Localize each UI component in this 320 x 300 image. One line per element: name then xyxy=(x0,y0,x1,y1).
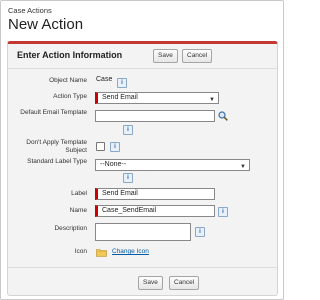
name-field-label: Name xyxy=(69,207,87,214)
breadcrumb: Case Actions xyxy=(8,6,52,15)
info-icon[interactable]: i xyxy=(123,125,133,135)
chevron-down-icon: ▼ xyxy=(240,164,246,170)
save-button-bottom[interactable]: Save xyxy=(138,276,163,290)
description-textarea[interactable] xyxy=(95,223,191,241)
dont-apply-template-subject-checkbox[interactable] xyxy=(96,142,105,151)
standard-label-type-value: --None-- xyxy=(100,161,127,168)
action-type-select[interactable]: Send Email ▼ xyxy=(95,92,219,104)
info-icon[interactable]: i xyxy=(117,78,127,88)
info-icon[interactable]: i xyxy=(123,173,133,183)
standard-label-type-label: Standard Label Type xyxy=(27,158,87,165)
standard-label-type-select[interactable]: --None-- ▼ xyxy=(95,159,250,171)
icon-label: Icon xyxy=(74,248,87,255)
info-icon[interactable]: i xyxy=(110,142,120,152)
object-name-value: Case xyxy=(96,76,113,83)
page-header: Case Actions New Action xyxy=(8,6,83,34)
action-information-panel: Enter Action Information Save Cancel Obj… xyxy=(7,41,278,296)
info-icon[interactable]: i xyxy=(218,207,228,217)
object-name-label: Object Name xyxy=(49,77,87,84)
chevron-down-icon: ▼ xyxy=(209,97,215,103)
label-field-label: Label xyxy=(71,190,87,197)
panel-header: Enter Action Information Save Cancel xyxy=(8,44,277,69)
cancel-button-top[interactable]: Cancel xyxy=(182,49,213,63)
info-icon[interactable]: i xyxy=(195,227,205,237)
name-input[interactable]: Case_SendEmail xyxy=(95,205,215,217)
change-icon-link[interactable]: Change Icon xyxy=(112,248,149,255)
folder-icon xyxy=(96,249,107,257)
dont-apply-template-subject-label: Don't Apply Template Subject xyxy=(26,139,87,154)
panel-footer: Save Cancel xyxy=(8,267,277,295)
action-type-label: Action Type xyxy=(53,93,87,100)
magnifier-lookup-icon[interactable] xyxy=(218,111,228,121)
page-title: New Action xyxy=(8,16,84,33)
description-label: Description xyxy=(54,225,87,232)
save-button-top[interactable]: Save xyxy=(153,49,178,63)
label-input[interactable]: Send Email xyxy=(95,188,215,200)
section-title: Enter Action Information xyxy=(17,50,123,60)
cancel-button-bottom[interactable]: Cancel xyxy=(169,276,200,290)
page-frame: Case Actions New Action Enter Action Inf… xyxy=(0,0,284,300)
default-email-template-label: Default Email Template xyxy=(20,109,87,116)
default-email-template-input[interactable] xyxy=(95,110,215,122)
action-type-value: Send Email xyxy=(102,94,138,101)
